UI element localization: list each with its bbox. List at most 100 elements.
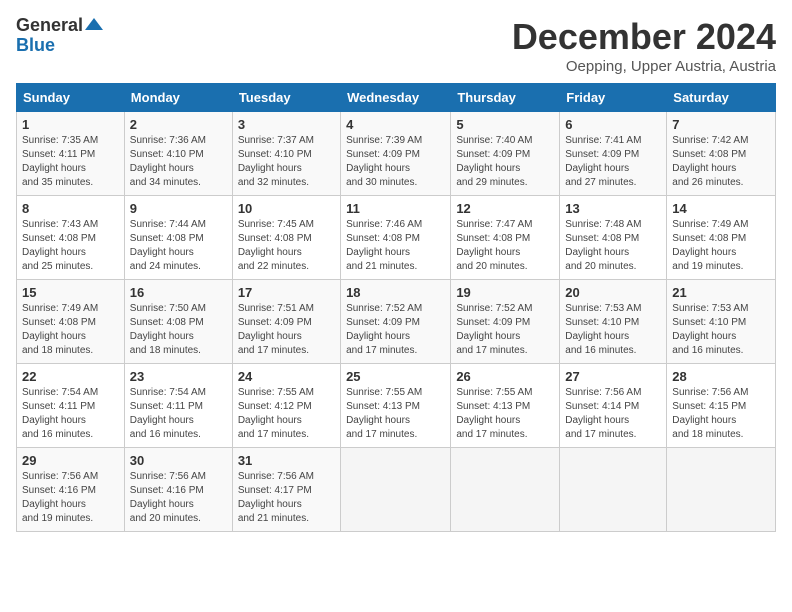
day-info: Sunrise: 7:43 AMSunset: 4:08 PMDaylight … bbox=[22, 218, 119, 274]
calendar-cell: 31Sunrise: 7:56 AMSunset: 4:17 PMDayligh… bbox=[232, 448, 340, 532]
day-info: Sunrise: 7:37 AMSunset: 4:10 PMDaylight … bbox=[238, 134, 335, 190]
calendar-cell bbox=[341, 448, 451, 532]
day-info: Sunrise: 7:42 AMSunset: 4:08 PMDaylight … bbox=[672, 134, 770, 190]
calendar-cell bbox=[451, 448, 560, 532]
calendar-cell bbox=[560, 448, 667, 532]
day-number: 30 bbox=[130, 453, 227, 468]
calendar-cell: 29 Sunrise: 7:56 AMSunset: 4:16 PMDayligh… bbox=[17, 448, 125, 532]
day-info: Sunrise: 7:54 AMSunset: 4:11 PMDaylight … bbox=[22, 386, 119, 442]
title-area: December 2024 Oepping, Upper Austria, Au… bbox=[512, 16, 776, 75]
day-info: Sunrise: 7:46 AMSunset: 4:08 PMDaylight … bbox=[346, 218, 445, 274]
day-number: 23 bbox=[130, 369, 227, 384]
day-number: 21 bbox=[672, 285, 770, 300]
day-info: Sunrise: 7:55 AMSunset: 4:13 PMDaylight … bbox=[456, 386, 554, 442]
calendar-cell: 9Sunrise: 7:44 AMSunset: 4:08 PMDaylight… bbox=[124, 196, 232, 280]
day-info: Sunrise: 7:54 AMSunset: 4:11 PMDaylight … bbox=[130, 386, 227, 442]
calendar-cell: 7 Sunrise: 7:42 AMSunset: 4:08 PMDaylight… bbox=[667, 112, 776, 196]
day-number: 18 bbox=[346, 285, 445, 300]
day-info: Sunrise: 7:49 AMSunset: 4:08 PMDaylight … bbox=[672, 218, 770, 274]
calendar-cell: 12 Sunrise: 7:47 AMSunset: 4:08 PMDayligh… bbox=[451, 196, 560, 280]
day-number: 29 bbox=[22, 453, 119, 468]
calendar-table: SundayMondayTuesdayWednesdayThursdayFrid… bbox=[16, 83, 776, 532]
day-number: 1 bbox=[22, 117, 119, 132]
weekday-header-friday: Friday bbox=[560, 84, 667, 112]
calendar-cell: 25 Sunrise: 7:55 AMSunset: 4:13 PMDayligh… bbox=[341, 364, 451, 448]
calendar-cell: 3 Sunrise: 7:37 AMSunset: 4:10 PMDaylight… bbox=[232, 112, 340, 196]
logo-blue: Blue bbox=[16, 36, 55, 56]
day-number: 9 bbox=[130, 201, 227, 216]
day-info: Sunrise: 7:40 AMSunset: 4:09 PMDaylight … bbox=[456, 134, 554, 190]
day-number: 10 bbox=[238, 201, 335, 216]
day-info: Sunrise: 7:41 AMSunset: 4:09 PMDaylight … bbox=[565, 134, 661, 190]
calendar-cell: 17Sunrise: 7:51 AMSunset: 4:09 PMDayligh… bbox=[232, 280, 340, 364]
calendar-cell: 27 Sunrise: 7:56 AMSunset: 4:14 PMDayligh… bbox=[560, 364, 667, 448]
day-info: Sunrise: 7:53 AMSunset: 4:10 PMDaylight … bbox=[565, 302, 661, 358]
day-number: 4 bbox=[346, 117, 445, 132]
day-number: 13 bbox=[565, 201, 661, 216]
day-number: 11 bbox=[346, 201, 445, 216]
calendar-cell: 22 Sunrise: 7:54 AMSunset: 4:11 PMDayligh… bbox=[17, 364, 125, 448]
calendar-cell: 21 Sunrise: 7:53 AMSunset: 4:10 PMDayligh… bbox=[667, 280, 776, 364]
day-number: 14 bbox=[672, 201, 770, 216]
day-number: 24 bbox=[238, 369, 335, 384]
day-number: 6 bbox=[565, 117, 661, 132]
day-number: 16 bbox=[130, 285, 227, 300]
calendar-cell: 26 Sunrise: 7:55 AMSunset: 4:13 PMDayligh… bbox=[451, 364, 560, 448]
day-info: Sunrise: 7:39 AMSunset: 4:09 PMDaylight … bbox=[346, 134, 445, 190]
day-number: 17 bbox=[238, 285, 335, 300]
calendar-cell: 16 Sunrise: 7:50 AMSunset: 4:08 PMDayligh… bbox=[124, 280, 232, 364]
day-info: Sunrise: 7:49 AMSunset: 4:08 PMDaylight … bbox=[22, 302, 119, 358]
calendar-cell: 18 Sunrise: 7:52 AMSunset: 4:09 PMDayligh… bbox=[341, 280, 451, 364]
calendar-cell: 5 Sunrise: 7:40 AMSunset: 4:09 PMDaylight… bbox=[451, 112, 560, 196]
calendar-cell: 23 Sunrise: 7:54 AMSunset: 4:11 PMDayligh… bbox=[124, 364, 232, 448]
weekday-header-saturday: Saturday bbox=[667, 84, 776, 112]
day-info: Sunrise: 7:52 AMSunset: 4:09 PMDaylight … bbox=[346, 302, 445, 358]
day-info: Sunrise: 7:53 AMSunset: 4:10 PMDaylight … bbox=[672, 302, 770, 358]
day-info: Sunrise: 7:56 AMSunset: 4:14 PMDaylight … bbox=[565, 386, 661, 442]
day-info: Sunrise: 7:56 AMSunset: 4:15 PMDaylight … bbox=[672, 386, 770, 442]
day-info: Sunrise: 7:48 AMSunset: 4:08 PMDaylight … bbox=[565, 218, 661, 274]
day-info: Sunrise: 7:50 AMSunset: 4:08 PMDaylight … bbox=[130, 302, 227, 358]
day-info: Sunrise: 7:55 AMSunset: 4:12 PMDaylight … bbox=[238, 386, 335, 442]
day-number: 3 bbox=[238, 117, 335, 132]
calendar-cell: 30 Sunrise: 7:56 AMSunset: 4:16 PMDayligh… bbox=[124, 448, 232, 532]
day-number: 5 bbox=[456, 117, 554, 132]
calendar-cell: 19 Sunrise: 7:52 AMSunset: 4:09 PMDayligh… bbox=[451, 280, 560, 364]
day-info: Sunrise: 7:36 AMSunset: 4:10 PMDaylight … bbox=[130, 134, 227, 190]
day-number: 22 bbox=[22, 369, 119, 384]
day-number: 31 bbox=[238, 453, 335, 468]
calendar-cell: 6 Sunrise: 7:41 AMSunset: 4:09 PMDaylight… bbox=[560, 112, 667, 196]
weekday-header-wednesday: Wednesday bbox=[341, 84, 451, 112]
weekday-header-tuesday: Tuesday bbox=[232, 84, 340, 112]
day-number: 19 bbox=[456, 285, 554, 300]
calendar-cell: 8Sunrise: 7:43 AMSunset: 4:08 PMDaylight… bbox=[17, 196, 125, 280]
calendar-cell: 24 Sunrise: 7:55 AMSunset: 4:12 PMDayligh… bbox=[232, 364, 340, 448]
day-info: Sunrise: 7:55 AMSunset: 4:13 PMDaylight … bbox=[346, 386, 445, 442]
calendar-cell: 11 Sunrise: 7:46 AMSunset: 4:08 PMDayligh… bbox=[341, 196, 451, 280]
day-number: 25 bbox=[346, 369, 445, 384]
location-subtitle: Oepping, Upper Austria, Austria bbox=[512, 58, 776, 75]
day-info: Sunrise: 7:47 AMSunset: 4:08 PMDaylight … bbox=[456, 218, 554, 274]
day-info: Sunrise: 7:35 AMSunset: 4:11 PMDaylight … bbox=[22, 134, 119, 190]
calendar-cell: 2 Sunrise: 7:36 AMSunset: 4:10 PMDaylight… bbox=[124, 112, 232, 196]
day-number: 15 bbox=[22, 285, 119, 300]
logo: General Blue bbox=[16, 16, 103, 56]
logo-text: General bbox=[16, 16, 83, 36]
calendar-cell: 1 Sunrise: 7:35 AMSunset: 4:11 PMDaylight… bbox=[17, 112, 125, 196]
day-number: 26 bbox=[456, 369, 554, 384]
day-number: 12 bbox=[456, 201, 554, 216]
calendar-cell bbox=[667, 448, 776, 532]
page-header: General Blue December 2024 Oepping, Uppe… bbox=[16, 16, 776, 75]
calendar-cell: 4 Sunrise: 7:39 AMSunset: 4:09 PMDaylight… bbox=[341, 112, 451, 196]
day-number: 27 bbox=[565, 369, 661, 384]
day-info: Sunrise: 7:56 AMSunset: 4:16 PMDaylight … bbox=[22, 470, 119, 526]
weekday-header-sunday: Sunday bbox=[17, 84, 125, 112]
day-number: 7 bbox=[672, 117, 770, 132]
weekday-header-monday: Monday bbox=[124, 84, 232, 112]
day-info: Sunrise: 7:52 AMSunset: 4:09 PMDaylight … bbox=[456, 302, 554, 358]
logo-icon bbox=[85, 16, 103, 34]
calendar-cell: 28 Sunrise: 7:56 AMSunset: 4:15 PMDayligh… bbox=[667, 364, 776, 448]
day-number: 28 bbox=[672, 369, 770, 384]
day-number: 2 bbox=[130, 117, 227, 132]
day-info: Sunrise: 7:56 AMSunset: 4:16 PMDaylight … bbox=[130, 470, 227, 526]
